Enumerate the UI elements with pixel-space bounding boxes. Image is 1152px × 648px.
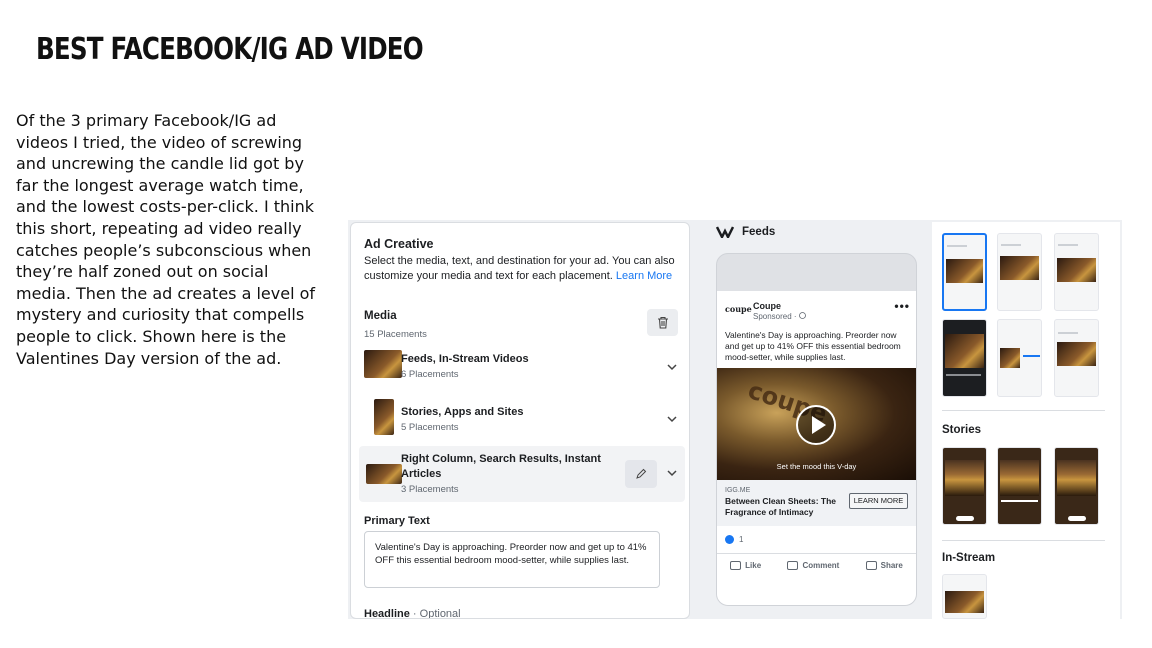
- placement-count: 6 Placements: [401, 369, 459, 380]
- section-divider: [942, 410, 1105, 411]
- primary-text-field[interactable]: Valentine's Day is approaching. Preorder…: [364, 531, 660, 588]
- in-stream-thumbnail[interactable]: [942, 574, 987, 619]
- placement-right-column[interactable]: Right Column, Search Results, Instant Ar…: [359, 446, 685, 502]
- media-heading: Media: [364, 310, 397, 322]
- placement-thumbnail: [366, 464, 402, 484]
- pencil-icon: [636, 468, 647, 479]
- learn-more-button[interactable]: LEARN MORE: [849, 493, 908, 509]
- placement-feeds[interactable]: Feeds, In-Stream Videos 6 Placements: [359, 344, 685, 388]
- headline-optional-text: · Optional: [412, 608, 461, 619]
- post-text: Valentine's Day is approaching. Preorder…: [725, 330, 901, 363]
- thumbnail-image: [945, 460, 984, 496]
- like-reaction-icon: [725, 535, 734, 544]
- globe-icon: [798, 312, 806, 319]
- comment-label: Comment: [802, 561, 840, 570]
- text-line: [1058, 332, 1078, 334]
- text-line: [1023, 355, 1040, 357]
- delete-media-button[interactable]: [647, 309, 678, 336]
- media-placement-count: 15 Placements: [364, 329, 427, 340]
- thumbnail-image: [1000, 348, 1020, 368]
- text-line: [1001, 244, 1021, 246]
- story-pill: [1068, 516, 1086, 521]
- placement-name: Feeds, In-Stream Videos: [401, 353, 529, 365]
- headline-label-text: Headline: [364, 608, 410, 619]
- thumbnail-image: [945, 591, 984, 613]
- play-icon[interactable]: [796, 405, 836, 445]
- brand-logo-icon: [716, 226, 734, 238]
- section-divider: [942, 540, 1105, 541]
- video-caption: Set the mood this V-day: [776, 462, 857, 471]
- ad-creative-title: Ad Creative: [364, 237, 434, 251]
- text-line: [1058, 244, 1078, 246]
- comment-button[interactable]: Comment: [787, 561, 839, 570]
- headline-label: Headline · Optional: [364, 608, 461, 619]
- feed-thumbnail[interactable]: [997, 319, 1042, 397]
- thumbnail-image: [945, 334, 984, 368]
- link-preview-bar[interactable]: IGG.ME Between Clean Sheets: The Fragran…: [717, 480, 916, 526]
- thumbs-up-icon: [730, 561, 742, 570]
- feed-thumbnail-selected[interactable]: [942, 233, 987, 311]
- feed-thumbnail[interactable]: [997, 233, 1042, 311]
- thumbnail-image: [1057, 342, 1096, 366]
- learn-more-link[interactable]: Learn More: [616, 270, 672, 282]
- story-thumbnail[interactable]: [1054, 447, 1099, 525]
- ad-creative-panel: Ad Creative Select the media, text, and …: [350, 222, 690, 619]
- sponsored-text: Sponsored ·: [753, 312, 799, 321]
- text-line: [947, 245, 967, 247]
- ad-post-preview: coupe Coupe Sponsored · ••• Valentine's …: [717, 291, 916, 605]
- reactions-row[interactable]: 1: [725, 535, 743, 544]
- primary-text-label: Primary Text: [364, 515, 430, 527]
- stories-heading: Stories: [942, 424, 981, 436]
- placement-thumbnail: [374, 399, 394, 435]
- text-line: [1001, 500, 1038, 502]
- thumbnail-image: [1057, 258, 1096, 282]
- thumbnail-image: [1000, 256, 1039, 280]
- placement-count: 3 Placements: [401, 484, 459, 495]
- share-icon: [865, 561, 877, 570]
- feed-thumbnail[interactable]: [1054, 319, 1099, 397]
- reaction-count: 1: [739, 535, 744, 544]
- sponsored-label: Sponsored ·: [753, 312, 806, 321]
- slide-body-text: Of the 3 primary Facebook/IG ad videos I…: [16, 111, 316, 368]
- slide-title: BEST FACEBOOK/IG AD VIDEO: [36, 32, 424, 67]
- post-actions-row: Like Comment Share: [717, 553, 916, 570]
- thumbnail-image: [1057, 460, 1096, 496]
- trash-icon: [657, 316, 668, 329]
- ads-manager-screenshot: Ad Creative Select the media, text, and …: [348, 220, 1122, 619]
- page-name[interactable]: Coupe: [753, 301, 781, 311]
- ad-video[interactable]: coupe Set the mood this V-day: [717, 368, 916, 480]
- feed-thumbnail[interactable]: [942, 319, 987, 397]
- feeds-section-header: Feeds: [716, 226, 775, 238]
- placement-thumbnail: [364, 350, 402, 378]
- placement-thumbnails-column: Stories In-Stream: [932, 222, 1120, 619]
- placement-count: 5 Placements: [401, 422, 459, 433]
- placement-name: Stories, Apps and Sites: [401, 406, 524, 418]
- in-stream-heading: In-Stream: [942, 552, 996, 564]
- chevron-down-icon[interactable]: [665, 360, 679, 374]
- feed-preview-phone: coupe Coupe Sponsored · ••• Valentine's …: [716, 253, 917, 606]
- story-thumbnail[interactable]: [997, 447, 1042, 525]
- story-pill: [956, 516, 974, 521]
- like-button[interactable]: Like: [730, 561, 761, 570]
- feed-thumbnail[interactable]: [1054, 233, 1099, 311]
- share-label: Share: [880, 561, 903, 570]
- link-domain: IGG.ME: [725, 487, 751, 494]
- comment-icon: [787, 561, 799, 570]
- like-label: Like: [745, 561, 762, 570]
- chevron-down-icon[interactable]: [665, 466, 679, 480]
- edit-placement-button[interactable]: [625, 460, 657, 488]
- more-options-icon[interactable]: •••: [894, 299, 910, 313]
- placement-name: Right Column, Search Results, Instant Ar…: [401, 453, 601, 480]
- thumbnail-image: [946, 259, 983, 283]
- share-button[interactable]: Share: [865, 561, 903, 570]
- chevron-down-icon[interactable]: [665, 412, 679, 426]
- page-logo: coupe: [725, 304, 752, 314]
- story-thumbnail[interactable]: [942, 447, 987, 525]
- feeds-section-title: Feeds: [742, 226, 776, 238]
- text-line: [946, 374, 981, 376]
- thumbnail-image: [1000, 460, 1039, 496]
- placement-stories[interactable]: Stories, Apps and Sites 5 Placements: [359, 397, 685, 441]
- ad-creative-subtitle: Select the media, text, and destination …: [364, 254, 684, 283]
- link-title: Between Clean Sheets: The Fragrance of I…: [725, 496, 837, 517]
